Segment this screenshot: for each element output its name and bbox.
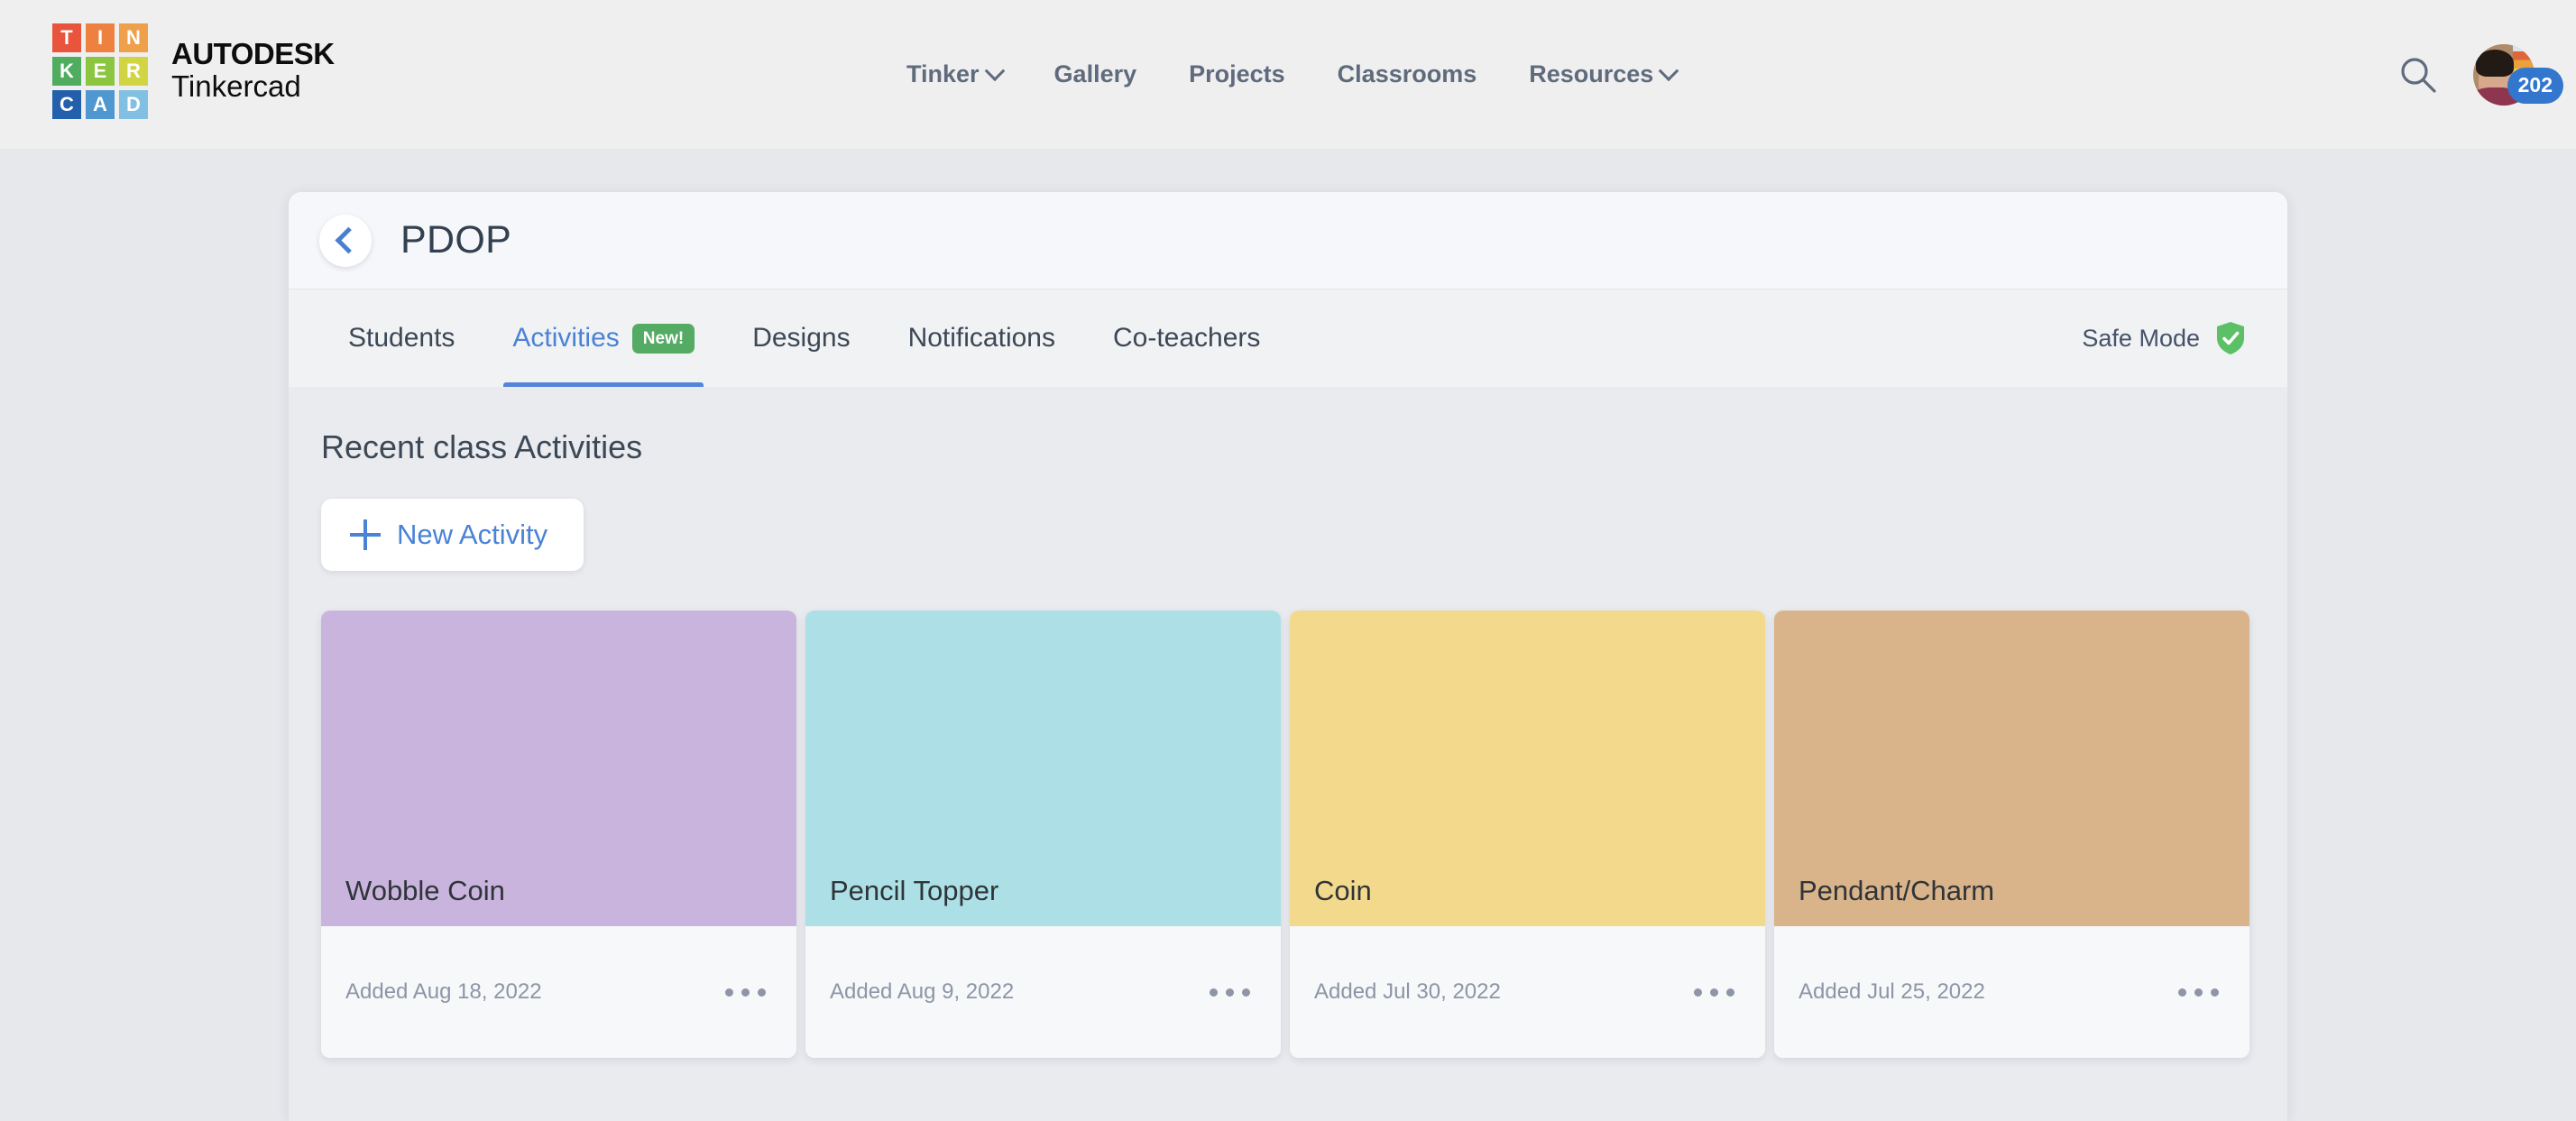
activity-card-footer: Added Aug 18, 2022 xyxy=(321,926,796,1058)
more-options-dot xyxy=(1242,988,1250,997)
logo-tile-d-8: D xyxy=(119,90,148,119)
more-options-dot xyxy=(1726,988,1734,997)
tab-list: Students Activities New! Designs Notificatio… xyxy=(319,289,1289,387)
activity-thumbnail[interactable]: Coin xyxy=(1290,611,1765,926)
tab-activities[interactable]: Activities New! xyxy=(483,289,723,387)
more-options-dot xyxy=(725,988,733,997)
chevron-down-icon xyxy=(984,60,1005,81)
back-button[interactable] xyxy=(319,215,372,267)
panel-header: PDOP xyxy=(289,192,2287,289)
main-navigation: Tinker Gallery Projects Classrooms Resources xyxy=(906,0,1676,149)
tab-co-teachers[interactable]: Co-teachers xyxy=(1084,289,1289,387)
activity-card[interactable]: Coin Added Jul 30, 2022 xyxy=(1290,611,1765,1058)
panel-body: Recent class Activities New Activity Wob… xyxy=(289,387,2287,1121)
tinkercad-brand-logo[interactable]: TIN KER CAD AUTODESK Tinkercad xyxy=(52,23,335,119)
nav-item-label: Classrooms xyxy=(1338,60,1477,88)
new-activity-label: New Activity xyxy=(397,519,547,551)
shield-check-icon xyxy=(2215,321,2246,355)
nav-item-label: Gallery xyxy=(1054,60,1137,88)
activity-added-date: Added Jul 25, 2022 xyxy=(1799,979,1985,1005)
class-panel: PDOP Students Activities New! Designs Notifi… xyxy=(289,192,2287,1121)
tab-notifications[interactable]: Notifications xyxy=(879,289,1084,387)
logo-tile-n-2: N xyxy=(119,23,148,52)
logo-tile-a-7: A xyxy=(86,90,115,119)
global-header: TIN KER CAD AUTODESK Tinkercad Tinker Galle… xyxy=(0,0,2576,149)
tab-label: Activities xyxy=(512,323,619,354)
more-options-dot xyxy=(741,988,750,997)
nav-item-resources[interactable]: Resources xyxy=(1529,60,1676,88)
more-options-icon[interactable] xyxy=(1206,979,1254,1006)
logo-tile-e-4: E xyxy=(86,57,115,86)
new-activity-button[interactable]: New Activity xyxy=(321,499,584,571)
activity-added-date: Added Aug 9, 2022 xyxy=(830,979,1014,1005)
activity-card[interactable]: Pencil Topper Added Aug 9, 2022 xyxy=(805,611,1281,1058)
logo-tile-k-3: K xyxy=(52,57,81,86)
header-actions: 202 xyxy=(2397,0,2535,149)
activity-added-date: Added Jul 30, 2022 xyxy=(1314,979,1501,1005)
nav-item-label: Tinker xyxy=(906,60,980,88)
logo-tile-t-0: T xyxy=(52,23,81,52)
more-options-dot xyxy=(758,988,766,997)
logo-tile-r-5: R xyxy=(119,57,148,86)
nav-item-gallery[interactable]: Gallery xyxy=(1054,60,1137,88)
nav-item-classrooms[interactable]: Classrooms xyxy=(1338,60,1477,88)
nav-item-projects[interactable]: Projects xyxy=(1189,60,1285,88)
tinkercad-logo-icon: TIN KER CAD xyxy=(52,23,148,119)
more-options-dot xyxy=(1210,988,1218,997)
activity-thumbnail[interactable]: Wobble Coin xyxy=(321,611,796,926)
chevron-left-icon xyxy=(335,227,362,254)
tab-label: Designs xyxy=(752,323,850,354)
activity-thumbnail[interactable]: Pendant/Charm xyxy=(1774,611,2249,926)
safe-mode-indicator[interactable]: Safe Mode xyxy=(2082,321,2257,355)
activity-card[interactable]: Wobble Coin Added Aug 18, 2022 xyxy=(321,611,796,1058)
activity-card-grid: Wobble Coin Added Aug 18, 2022 Pencil Topp… xyxy=(321,611,2287,1058)
tab-new-badge: New! xyxy=(632,324,695,354)
more-options-icon[interactable] xyxy=(2175,979,2222,1006)
plus-icon xyxy=(350,519,381,550)
activity-title: Wobble Coin xyxy=(321,876,505,926)
tab-label: Co-teachers xyxy=(1113,323,1260,354)
nav-item-label: Projects xyxy=(1189,60,1285,88)
avatar-with-badge[interactable]: 202 xyxy=(2473,44,2535,106)
more-options-dot xyxy=(1226,988,1234,997)
tab-bar: Students Activities New! Designs Notificatio… xyxy=(289,289,2287,387)
activity-card-footer: Added Jul 30, 2022 xyxy=(1290,926,1765,1058)
nav-item-tinker[interactable]: Tinker xyxy=(906,60,1002,88)
activity-card-footer: Added Jul 25, 2022 xyxy=(1774,926,2249,1058)
activity-added-date: Added Aug 18, 2022 xyxy=(345,979,542,1005)
more-options-icon[interactable] xyxy=(722,979,769,1006)
tab-students[interactable]: Students xyxy=(319,289,483,387)
more-options-dot xyxy=(1710,988,1718,997)
activity-card-footer: Added Aug 9, 2022 xyxy=(805,926,1281,1058)
tab-label: Notifications xyxy=(908,323,1055,354)
more-options-dot xyxy=(2211,988,2219,997)
tab-designs[interactable]: Designs xyxy=(723,289,879,387)
brand-tinkercad-text: Tinkercad xyxy=(171,69,335,104)
safe-mode-label: Safe Mode xyxy=(2082,325,2200,353)
section-title: Recent class Activities xyxy=(321,428,2287,466)
more-options-icon[interactable] xyxy=(1690,979,1738,1006)
activity-title: Pencil Topper xyxy=(805,876,998,926)
logo-tile-i-1: I xyxy=(86,23,115,52)
tab-label: Students xyxy=(348,323,455,354)
brand-autodesk-text: AUTODESK xyxy=(171,39,335,70)
activity-card[interactable]: Pendant/Charm Added Jul 25, 2022 xyxy=(1774,611,2249,1058)
more-options-dot xyxy=(2178,988,2186,997)
activity-title: Pendant/Charm xyxy=(1774,876,1994,926)
nav-item-label: Resources xyxy=(1529,60,1653,88)
avatar-hair xyxy=(2476,50,2514,77)
page-title: PDOP xyxy=(400,218,511,262)
notification-count-badge[interactable]: 202 xyxy=(2507,68,2563,104)
search-icon[interactable] xyxy=(2397,54,2439,96)
more-options-dot xyxy=(2194,988,2203,997)
more-options-dot xyxy=(1694,988,1702,997)
logo-tile-c-6: C xyxy=(52,90,81,119)
chevron-down-icon xyxy=(1659,60,1679,81)
activity-title: Coin xyxy=(1290,876,1372,926)
activity-thumbnail[interactable]: Pencil Topper xyxy=(805,611,1281,926)
brand-wordmark: AUTODESK Tinkercad xyxy=(171,39,335,105)
